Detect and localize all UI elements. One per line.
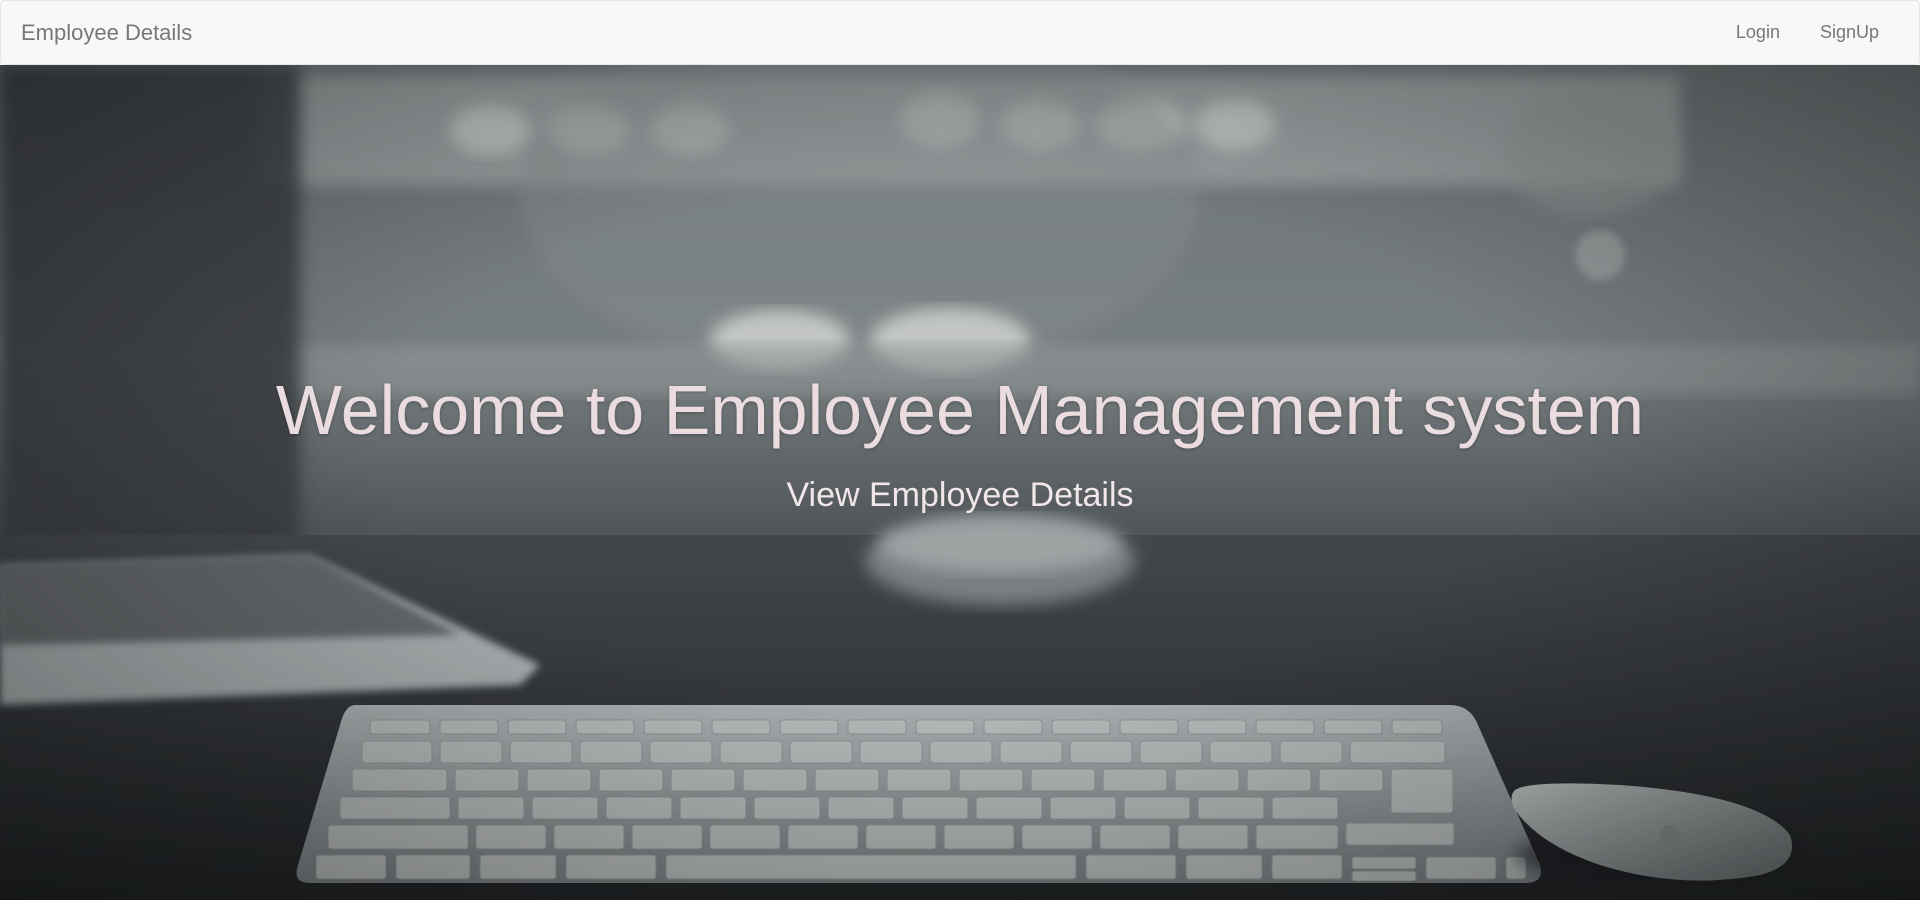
hero-section: Welcome to Employee Management system Vi… [0, 65, 1920, 900]
login-link[interactable]: Login [1716, 22, 1800, 43]
view-employee-details-label[interactable]: View Employee Details [786, 476, 1133, 514]
hero-title: Welcome to Employee Management system [275, 371, 1645, 449]
nav-links: Login SignUp [1716, 22, 1899, 43]
brand-link[interactable]: Employee Details [21, 20, 192, 46]
signup-link[interactable]: SignUp [1800, 22, 1899, 43]
view-employee-details-link[interactable]: View Employee Details [0, 476, 1920, 515]
top-navbar: Employee Details Login SignUp [0, 0, 1920, 65]
